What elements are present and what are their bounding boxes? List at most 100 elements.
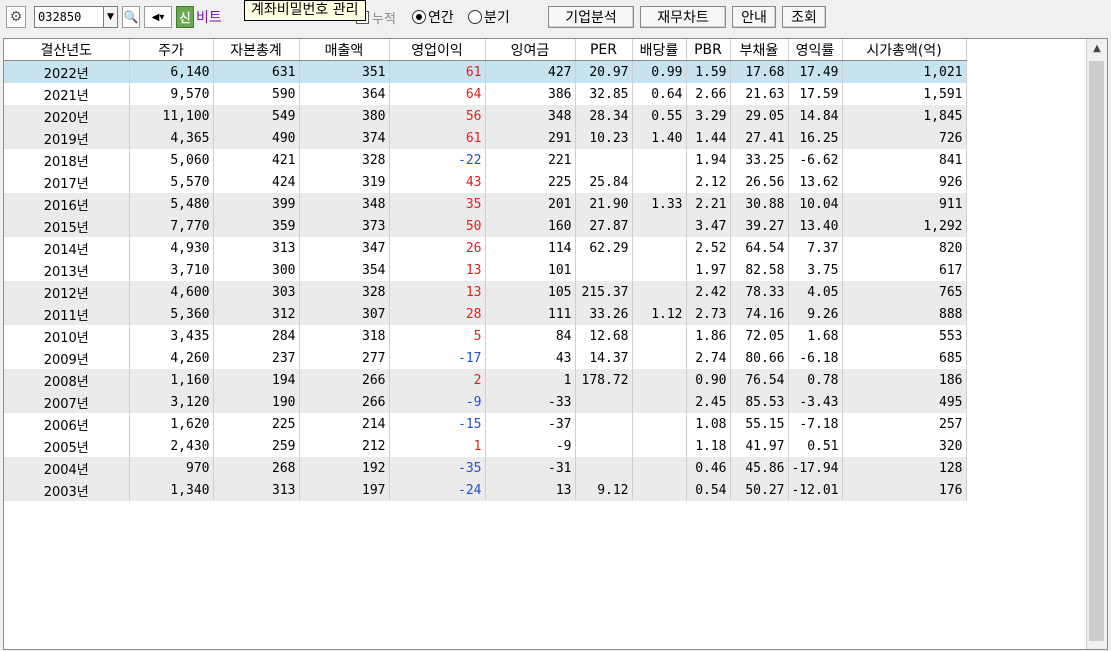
table-cell: 13	[389, 259, 486, 281]
table-cell: 111	[485, 303, 576, 325]
table-cell: 14.37	[575, 347, 633, 369]
table-row[interactable]: 2011년 5,360 312 307 28 111 33.26 1.12 2.73 74.16 9…	[4, 303, 967, 325]
table-cell: 214	[299, 413, 390, 435]
table-row[interactable]: 2018년 5,060 421 328 -22 221 1.94 33.25 -6.62 841	[4, 149, 967, 171]
column-header[interactable]: 자본총계	[213, 39, 300, 61]
table-cell: 13	[485, 479, 576, 501]
table-row[interactable]: 2022년 6,140 631 351 61 427 20.97 0.99 1.59 17.68 1…	[4, 60, 967, 83]
table-row[interactable]: 2004년 970 268 192 -35 -31 0.46 45.86 -17.94 128	[4, 457, 967, 479]
column-header[interactable]: 매출액	[299, 39, 390, 61]
table-cell: 10.23	[575, 127, 633, 149]
table-cell: 303	[213, 281, 300, 303]
radio-annual-label: 연간	[428, 10, 454, 26]
table-cell: 2010년	[4, 325, 130, 347]
table-cell: 45.86	[730, 457, 789, 479]
financial-chart-button[interactable]: 재무차트	[640, 6, 726, 28]
table-cell: 7.37	[788, 237, 843, 259]
table-cell	[632, 413, 687, 435]
table-row[interactable]: 2019년 4,365 490 374 61 291 10.23 1.40 1.44 27.41 1…	[4, 127, 967, 149]
table-cell: 55.15	[730, 413, 789, 435]
table-cell: 841	[842, 149, 967, 171]
column-header[interactable]: PBR	[686, 39, 731, 61]
table-row[interactable]: 2003년 1,340 313 197 -24 13 9.12 0.54 50.27 -12.01…	[4, 479, 967, 501]
table-row[interactable]: 2017년 5,570 424 319 43 225 25.84 2.12 26.56 13.62…	[4, 171, 967, 193]
table-row[interactable]: 2015년 7,770 359 373 50 160 27.87 3.47 39.27 13.40…	[4, 215, 967, 237]
column-header[interactable]: 잉여금	[485, 39, 576, 61]
scroll-up-icon[interactable]: ▲	[1087, 39, 1107, 59]
table-row[interactable]: 2008년 1,160 194 266 2 1 178.72 0.90 76.54 0.78 186	[4, 369, 967, 391]
table-cell: 14.84	[788, 105, 843, 127]
radio-annual[interactable]: 연간	[412, 6, 454, 28]
column-header[interactable]: 영익률	[788, 39, 843, 61]
table-cell: 197	[299, 479, 390, 501]
column-header[interactable]: 배당률	[632, 39, 687, 61]
table-cell: 2006년	[4, 413, 130, 435]
table-row[interactable]: 2020년 11,100 549 380 56 348 28.34 0.55 3.29 29.05…	[4, 105, 967, 127]
table-cell: 1.94	[686, 149, 731, 171]
table-row[interactable]: 2005년 2,430 259 212 1 -9 1.18 41.97 0.51 320	[4, 435, 967, 457]
table-cell: 399	[213, 193, 300, 215]
table-cell: 354	[299, 259, 390, 281]
table-cell: 201	[485, 193, 576, 215]
table-cell: 820	[842, 237, 967, 259]
table-row[interactable]: 2021년 9,570 590 364 64 386 32.85 0.64 2.66 21.63 1…	[4, 83, 967, 105]
table-row[interactable]: 2014년 4,930 313 347 26 114 62.29 2.52 64.54 7.37 8…	[4, 237, 967, 259]
table-cell: 0.90	[686, 369, 731, 391]
table-cell: 33.25	[730, 149, 789, 171]
table-cell: -22	[389, 149, 486, 171]
table-cell: 16.25	[788, 127, 843, 149]
table-row[interactable]: 2009년 4,260 237 277 -17 43 14.37 2.74 80.66 -6.18…	[4, 347, 967, 369]
table-cell: 25.84	[575, 171, 633, 193]
column-header[interactable]: 부채율	[730, 39, 789, 61]
table-cell	[632, 149, 687, 171]
table-cell: 26.56	[730, 171, 789, 193]
table-cell: 307	[299, 303, 390, 325]
table-cell: 160	[485, 215, 576, 237]
column-header[interactable]: 결산년도	[4, 39, 130, 61]
table-cell: 64	[389, 83, 486, 105]
table-row[interactable]: 2013년 3,710 300 354 13 101 1.97 82.58 3.75 617	[4, 259, 967, 281]
column-header[interactable]: 시가총액(억)	[842, 39, 967, 61]
table-cell: 13.62	[788, 171, 843, 193]
table-cell: 2003년	[4, 479, 130, 501]
gear-icon[interactable]: ⚙	[6, 6, 26, 28]
column-header[interactable]: 영업이익	[389, 39, 486, 61]
financial-grid: 결산년도 주가 자본총계 매출액 영업이익 잉여금 PER 배당률 PBR 부채율 영익률 시가총액(…	[3, 38, 1108, 650]
table-cell: 0.55	[632, 105, 687, 127]
stock-code-input[interactable]: 032850	[34, 6, 104, 28]
table-cell: 765	[842, 281, 967, 303]
table-cell: 347	[299, 237, 390, 259]
company-analysis-button[interactable]: 기업분석	[548, 6, 634, 28]
speaker-icon[interactable]: ◀▾	[144, 6, 172, 28]
table-row[interactable]: 2012년 4,600 303 328 13 105 215.37 2.42 78.33 4.05…	[4, 281, 967, 303]
table-cell: 631	[213, 60, 300, 83]
table-cell: 0.99	[632, 60, 687, 83]
table-row[interactable]: 2016년 5,480 399 348 35 201 21.90 1.33 2.21 30.88 1…	[4, 193, 967, 215]
table-cell: 1,292	[842, 215, 967, 237]
radio-quarter[interactable]: 분기	[468, 6, 510, 28]
table-cell: 62.29	[575, 237, 633, 259]
table-cell: 259	[213, 435, 300, 457]
column-header[interactable]: 주가	[129, 39, 214, 61]
vertical-scrollbar[interactable]: ▲	[1086, 39, 1107, 649]
table-cell: 1.18	[686, 435, 731, 457]
table-row[interactable]: 2006년 1,620 225 214 -15 -37 1.08 55.15 -7.18 257	[4, 413, 967, 435]
chevron-down-icon[interactable]: ▼	[104, 6, 118, 28]
table-row[interactable]: 2010년 3,435 284 318 5 84 12.68 1.86 72.05 1.68 553	[4, 325, 967, 347]
table-cell: -15	[389, 413, 486, 435]
table-cell: 313	[213, 479, 300, 501]
table-cell: 2015년	[4, 215, 130, 237]
scroll-thumb[interactable]	[1089, 61, 1104, 641]
table-cell: 1.86	[686, 325, 731, 347]
table-cell: 5	[389, 325, 486, 347]
table-cell: 2.73	[686, 303, 731, 325]
table-cell: 3.75	[788, 259, 843, 281]
table-row[interactable]: 2007년 3,120 190 266 -9 -33 2.45 85.53 -3.43 495	[4, 391, 967, 413]
table-cell: 2.42	[686, 281, 731, 303]
guide-button[interactable]: 안내	[732, 6, 776, 28]
query-button[interactable]: 조회	[782, 6, 826, 28]
table-cell: -6.18	[788, 347, 843, 369]
financial-table: 결산년도 주가 자본총계 매출액 영업이익 잉여금 PER 배당률 PBR 부채율 영익률 시가총액(…	[4, 39, 967, 501]
column-header[interactable]: PER	[575, 39, 633, 61]
search-icon[interactable]: 🔍	[122, 6, 140, 28]
